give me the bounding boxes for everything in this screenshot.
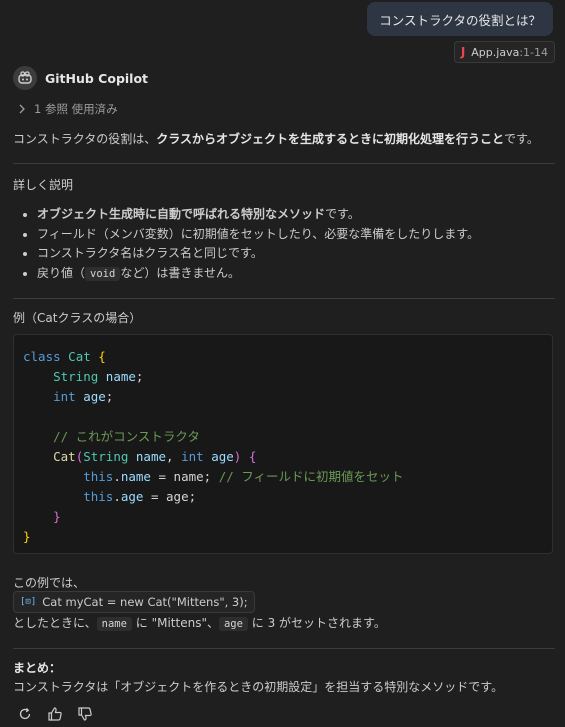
response-actions	[16, 705, 94, 723]
code-token: = name;	[150, 469, 212, 484]
summary-pre: コンストラクタの役割は、	[13, 132, 157, 146]
code-comment: // フィールドに初期値をセット	[218, 469, 404, 484]
code-comment: // これがコンストラクタ	[53, 429, 200, 444]
code-token: name	[105, 369, 136, 384]
code-token: ;	[105, 389, 114, 404]
list-item: 戻り値（voidなど）は書きません。	[37, 264, 479, 284]
list-item-text: コンストラクタ名はクラス名と同じです。	[37, 246, 263, 260]
list-item-bold: オブジェクト生成時に自動で呼ばれる特別なメソッド	[37, 207, 326, 221]
list-item-text: など）は書きません。	[120, 265, 240, 280]
example-intro: この例では、	[13, 576, 86, 590]
list-item-text: です。	[325, 207, 360, 221]
references-toggle[interactable]: 1 参照 使用済み	[18, 101, 118, 117]
example-result-text: に "Mittens"、	[135, 616, 219, 630]
list-item: フィールド（メンバ変数）に初期値をセットしたり、必要な準備をしたりします。	[37, 225, 479, 245]
code-token: this	[83, 489, 114, 504]
inline-code: void	[85, 266, 121, 281]
example-result-text: に 3 がセットされます。	[251, 616, 386, 630]
code-token: )	[233, 449, 242, 464]
section-details-heading: 詳しく説明	[13, 178, 74, 192]
code-token: this	[83, 469, 114, 484]
code-token: .	[113, 469, 121, 484]
code-token: }	[23, 529, 31, 544]
retry-icon[interactable]	[16, 705, 34, 723]
conclusion-title: まとめ：	[13, 661, 62, 675]
section-example-heading: 例（Catクラスの場合）	[13, 311, 142, 325]
code-token: .	[113, 489, 121, 504]
conclusion-text: コンストラクタは「オブジェクトを作るときの初期設定」を担当する特別なメソッドです…	[13, 680, 504, 694]
code-token: int	[181, 449, 204, 464]
example-result: としたときに、 name に "Mittens"、 age に 3 がセットされます…	[13, 614, 386, 631]
summary-bold: クラスからオブジェクトを生成するときに初期化処理を行うこと	[156, 132, 505, 146]
code-token: {	[98, 349, 106, 364]
inline-code: age	[218, 617, 248, 631]
list-item: コンストラクタ名はクラス名と同じです。	[37, 244, 479, 264]
code-token: ,	[166, 449, 174, 464]
list-item-text: フィールド（メンバ変数）に初期値をセットしたり、必要な準備をしたりします。	[37, 226, 480, 241]
code-block[interactable]: class Cat { String name; int age; // これが…	[13, 334, 553, 554]
code-token: }	[53, 509, 61, 524]
code-token: ;	[135, 369, 144, 384]
code-token: {	[248, 449, 257, 464]
code-token: name	[135, 449, 167, 464]
divider	[13, 648, 555, 649]
example-result-text: としたときに、	[13, 616, 97, 630]
code-content: class Cat { String name; int age; // これが…	[23, 347, 404, 547]
summary-post: です。	[504, 132, 539, 146]
code-token: age	[211, 449, 234, 464]
list-item-text: 戻り値（	[37, 265, 86, 280]
divider	[13, 163, 555, 164]
copilot-icon	[13, 66, 37, 90]
code-token: name	[120, 469, 151, 484]
divider	[13, 298, 555, 299]
code-token: Cat	[68, 349, 91, 364]
symbol-chip[interactable]: [⊡] Cat myCat = new Cat("Mittens", 3);	[13, 591, 255, 613]
code-token: class	[23, 349, 61, 364]
symbol-variable-icon: [⊡]	[20, 597, 37, 607]
code-token: String	[83, 449, 129, 464]
references-label: 1 参照 使用済み	[34, 102, 118, 116]
reference-range: :1-14	[519, 45, 548, 59]
summary-text: コンストラクタの役割は、クラスからオブジェクトを生成するときに初期化処理を行うこ…	[13, 130, 539, 147]
code-token: = age;	[143, 489, 197, 504]
chevron-right-icon	[19, 104, 25, 114]
reference-file: App.java	[471, 45, 520, 59]
agent-name: GitHub Copilot	[45, 70, 149, 86]
list-item: オブジェクト生成時に自動で呼ばれる特別なメソッドです。	[37, 205, 479, 225]
java-icon: J	[460, 45, 466, 59]
agent-header: GitHub Copilot	[13, 66, 148, 90]
details-list: オブジェクト生成時に自動で呼ばれる特別なメソッドです。 フィールド（メンバ変数）…	[13, 205, 479, 283]
inline-code: name	[96, 617, 132, 631]
code-token: age	[120, 489, 144, 504]
code-token: Cat	[53, 449, 76, 464]
reference-chip[interactable]: J App.java:1-14	[453, 41, 555, 63]
code-token: String	[53, 369, 99, 384]
thumbs-up-icon[interactable]	[46, 705, 64, 723]
thumbs-down-icon[interactable]	[76, 705, 94, 723]
user-message-bubble: コンストラクタの役割とは？	[367, 2, 553, 36]
code-token: age	[83, 389, 106, 404]
code-token: int	[53, 389, 76, 404]
symbol-chip-text: Cat myCat = new Cat("Mittens", 3);	[42, 595, 248, 609]
user-message-text: コンストラクタの役割とは？	[379, 12, 541, 28]
